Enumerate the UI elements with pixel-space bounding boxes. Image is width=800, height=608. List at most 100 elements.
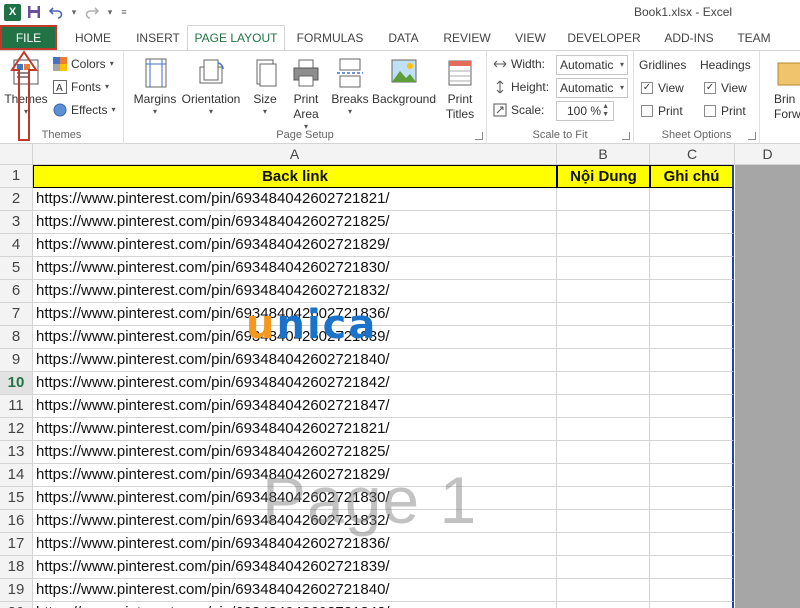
print-area-button[interactable]: Print Area ▾ bbox=[288, 57, 324, 132]
cell-noi-dung[interactable] bbox=[557, 257, 650, 280]
cell-noi-dung[interactable] bbox=[557, 602, 650, 608]
gridlines-view-checkbox[interactable]: ✓ View bbox=[641, 81, 684, 95]
row-number[interactable]: 13 bbox=[0, 441, 33, 464]
cell-header-noi-dung[interactable]: Nội Dung bbox=[557, 165, 650, 188]
row-number[interactable]: 7 bbox=[0, 303, 33, 326]
cell-ghi-chu[interactable] bbox=[650, 257, 734, 280]
cell-ghi-chu[interactable] bbox=[650, 602, 734, 608]
cell-ghi-chu[interactable] bbox=[650, 464, 734, 487]
cell-noi-dung[interactable] bbox=[557, 510, 650, 533]
tab-insert[interactable]: INSERT bbox=[129, 25, 187, 50]
cell-back-link[interactable]: https://www.pinterest.com/pin/6934840426… bbox=[33, 326, 557, 349]
cell-ghi-chu[interactable] bbox=[650, 395, 734, 418]
column-header-d[interactable]: D bbox=[735, 144, 800, 165]
cell-ghi-chu[interactable] bbox=[650, 303, 734, 326]
cell-back-link[interactable]: https://www.pinterest.com/pin/6934840426… bbox=[33, 349, 557, 372]
cell-back-link[interactable]: https://www.pinterest.com/pin/6934840426… bbox=[33, 303, 557, 326]
headings-print-checkbox[interactable]: Print bbox=[704, 104, 746, 118]
effects-button[interactable]: Effects ▾ bbox=[53, 103, 115, 117]
row-number[interactable]: 2 bbox=[0, 188, 33, 211]
cell-back-link[interactable]: https://www.pinterest.com/pin/6934840426… bbox=[33, 418, 557, 441]
cell-ghi-chu[interactable] bbox=[650, 280, 734, 303]
tab-data[interactable]: DATA bbox=[375, 25, 432, 50]
cell-ghi-chu[interactable] bbox=[650, 326, 734, 349]
cell-ghi-chu[interactable] bbox=[650, 418, 734, 441]
cell-back-link[interactable]: https://www.pinterest.com/pin/6934840426… bbox=[33, 280, 557, 303]
column-header-a[interactable]: A bbox=[33, 144, 557, 165]
cell-header-ghi-chu[interactable]: Ghi chú bbox=[650, 165, 734, 188]
bring-forward-button[interactable]: Brin Forwa bbox=[774, 57, 800, 122]
undo-icon[interactable] bbox=[47, 3, 65, 21]
cell-ghi-chu[interactable] bbox=[650, 487, 734, 510]
save-icon[interactable] bbox=[25, 3, 43, 21]
cell-back-link[interactable]: https://www.pinterest.com/pin/6934840426… bbox=[33, 464, 557, 487]
scale-spinner[interactable]: 100 % ▲ ▼ bbox=[556, 101, 614, 121]
tab-team[interactable]: TEAM bbox=[729, 25, 779, 50]
cell-noi-dung[interactable] bbox=[557, 533, 650, 556]
cell-noi-dung[interactable] bbox=[557, 234, 650, 257]
cell-back-link[interactable]: https://www.pinterest.com/pin/6934840426… bbox=[33, 188, 557, 211]
tab-home[interactable]: HOME bbox=[57, 25, 129, 50]
row-number[interactable]: 6 bbox=[0, 280, 33, 303]
cell-back-link[interactable]: https://www.pinterest.com/pin/6934840426… bbox=[33, 487, 557, 510]
row-number[interactable]: 11 bbox=[0, 395, 33, 418]
cell-back-link[interactable]: https://www.pinterest.com/pin/6934840426… bbox=[33, 372, 557, 395]
cell-ghi-chu[interactable] bbox=[650, 372, 734, 395]
cell-noi-dung[interactable] bbox=[557, 556, 650, 579]
cell-ghi-chu[interactable] bbox=[650, 349, 734, 372]
cell-noi-dung[interactable] bbox=[557, 280, 650, 303]
row-number[interactable]: 20 bbox=[0, 602, 33, 608]
redo-dropdown-icon[interactable]: ▾ bbox=[105, 3, 115, 21]
print-titles-button[interactable]: Print Titles bbox=[440, 57, 480, 122]
scale-spinner-arrows-icon[interactable]: ▲ ▼ bbox=[602, 103, 609, 119]
cell-back-link[interactable]: https://www.pinterest.com/pin/6934840426… bbox=[33, 211, 557, 234]
cell-noi-dung[interactable] bbox=[557, 441, 650, 464]
row-number[interactable]: 14 bbox=[0, 464, 33, 487]
cell-back-link[interactable]: https://www.pinterest.com/pin/6934840426… bbox=[33, 257, 557, 280]
fonts-button[interactable]: A Fonts ▾ bbox=[53, 80, 109, 94]
colors-button[interactable]: Colors ▾ bbox=[53, 57, 114, 71]
cell-ghi-chu[interactable] bbox=[650, 211, 734, 234]
row-number[interactable]: 8 bbox=[0, 326, 33, 349]
cell-noi-dung[interactable] bbox=[557, 418, 650, 441]
row-number[interactable]: 10 bbox=[0, 372, 33, 395]
tab-file[interactable]: FILE bbox=[0, 25, 57, 50]
tab-add-ins[interactable]: ADD-INS bbox=[649, 25, 729, 50]
cell-back-link[interactable]: https://www.pinterest.com/pin/6934840426… bbox=[33, 602, 557, 608]
cell-noi-dung[interactable] bbox=[557, 211, 650, 234]
row-number[interactable]: 16 bbox=[0, 510, 33, 533]
cell-ghi-chu[interactable] bbox=[650, 441, 734, 464]
row-number[interactable]: 12 bbox=[0, 418, 33, 441]
row-number[interactable]: 19 bbox=[0, 579, 33, 602]
redo-icon[interactable] bbox=[83, 3, 101, 21]
tab-page-layout[interactable]: PAGE LAYOUT bbox=[187, 25, 285, 50]
cell-ghi-chu[interactable] bbox=[650, 234, 734, 257]
cell-noi-dung[interactable] bbox=[557, 349, 650, 372]
cell-back-link[interactable]: https://www.pinterest.com/pin/6934840426… bbox=[33, 234, 557, 257]
row-number[interactable]: 3 bbox=[0, 211, 33, 234]
cell-back-link[interactable]: https://www.pinterest.com/pin/6934840426… bbox=[33, 510, 557, 533]
undo-dropdown-icon[interactable]: ▾ bbox=[69, 3, 79, 21]
cell-noi-dung[interactable] bbox=[557, 372, 650, 395]
cell-noi-dung[interactable] bbox=[557, 487, 650, 510]
width-select[interactable]: Automatic ▾ bbox=[556, 55, 628, 75]
column-header-c[interactable]: C bbox=[650, 144, 735, 165]
row-number[interactable]: 5 bbox=[0, 257, 33, 280]
tab-review[interactable]: REVIEW bbox=[432, 25, 502, 50]
row-number[interactable]: 17 bbox=[0, 533, 33, 556]
cell-back-link[interactable]: https://www.pinterest.com/pin/6934840426… bbox=[33, 556, 557, 579]
customize-toolbar-icon[interactable]: ≡ bbox=[119, 3, 129, 21]
scale-to-fit-dialog-launcher-icon[interactable] bbox=[622, 132, 630, 140]
page-setup-dialog-launcher-icon[interactable] bbox=[475, 132, 483, 140]
row-number[interactable]: 9 bbox=[0, 349, 33, 372]
cell-ghi-chu[interactable] bbox=[650, 510, 734, 533]
cell-ghi-chu[interactable] bbox=[650, 579, 734, 602]
row-number[interactable]: 4 bbox=[0, 234, 33, 257]
cell-noi-dung[interactable] bbox=[557, 395, 650, 418]
tab-view[interactable]: VIEW bbox=[502, 25, 559, 50]
column-header-b[interactable]: B bbox=[557, 144, 650, 165]
gridlines-print-checkbox[interactable]: Print bbox=[641, 104, 683, 118]
background-button[interactable]: Background bbox=[372, 57, 436, 107]
size-button[interactable]: Size ▾ bbox=[248, 57, 282, 117]
row-number[interactable]: 1 bbox=[0, 165, 33, 188]
